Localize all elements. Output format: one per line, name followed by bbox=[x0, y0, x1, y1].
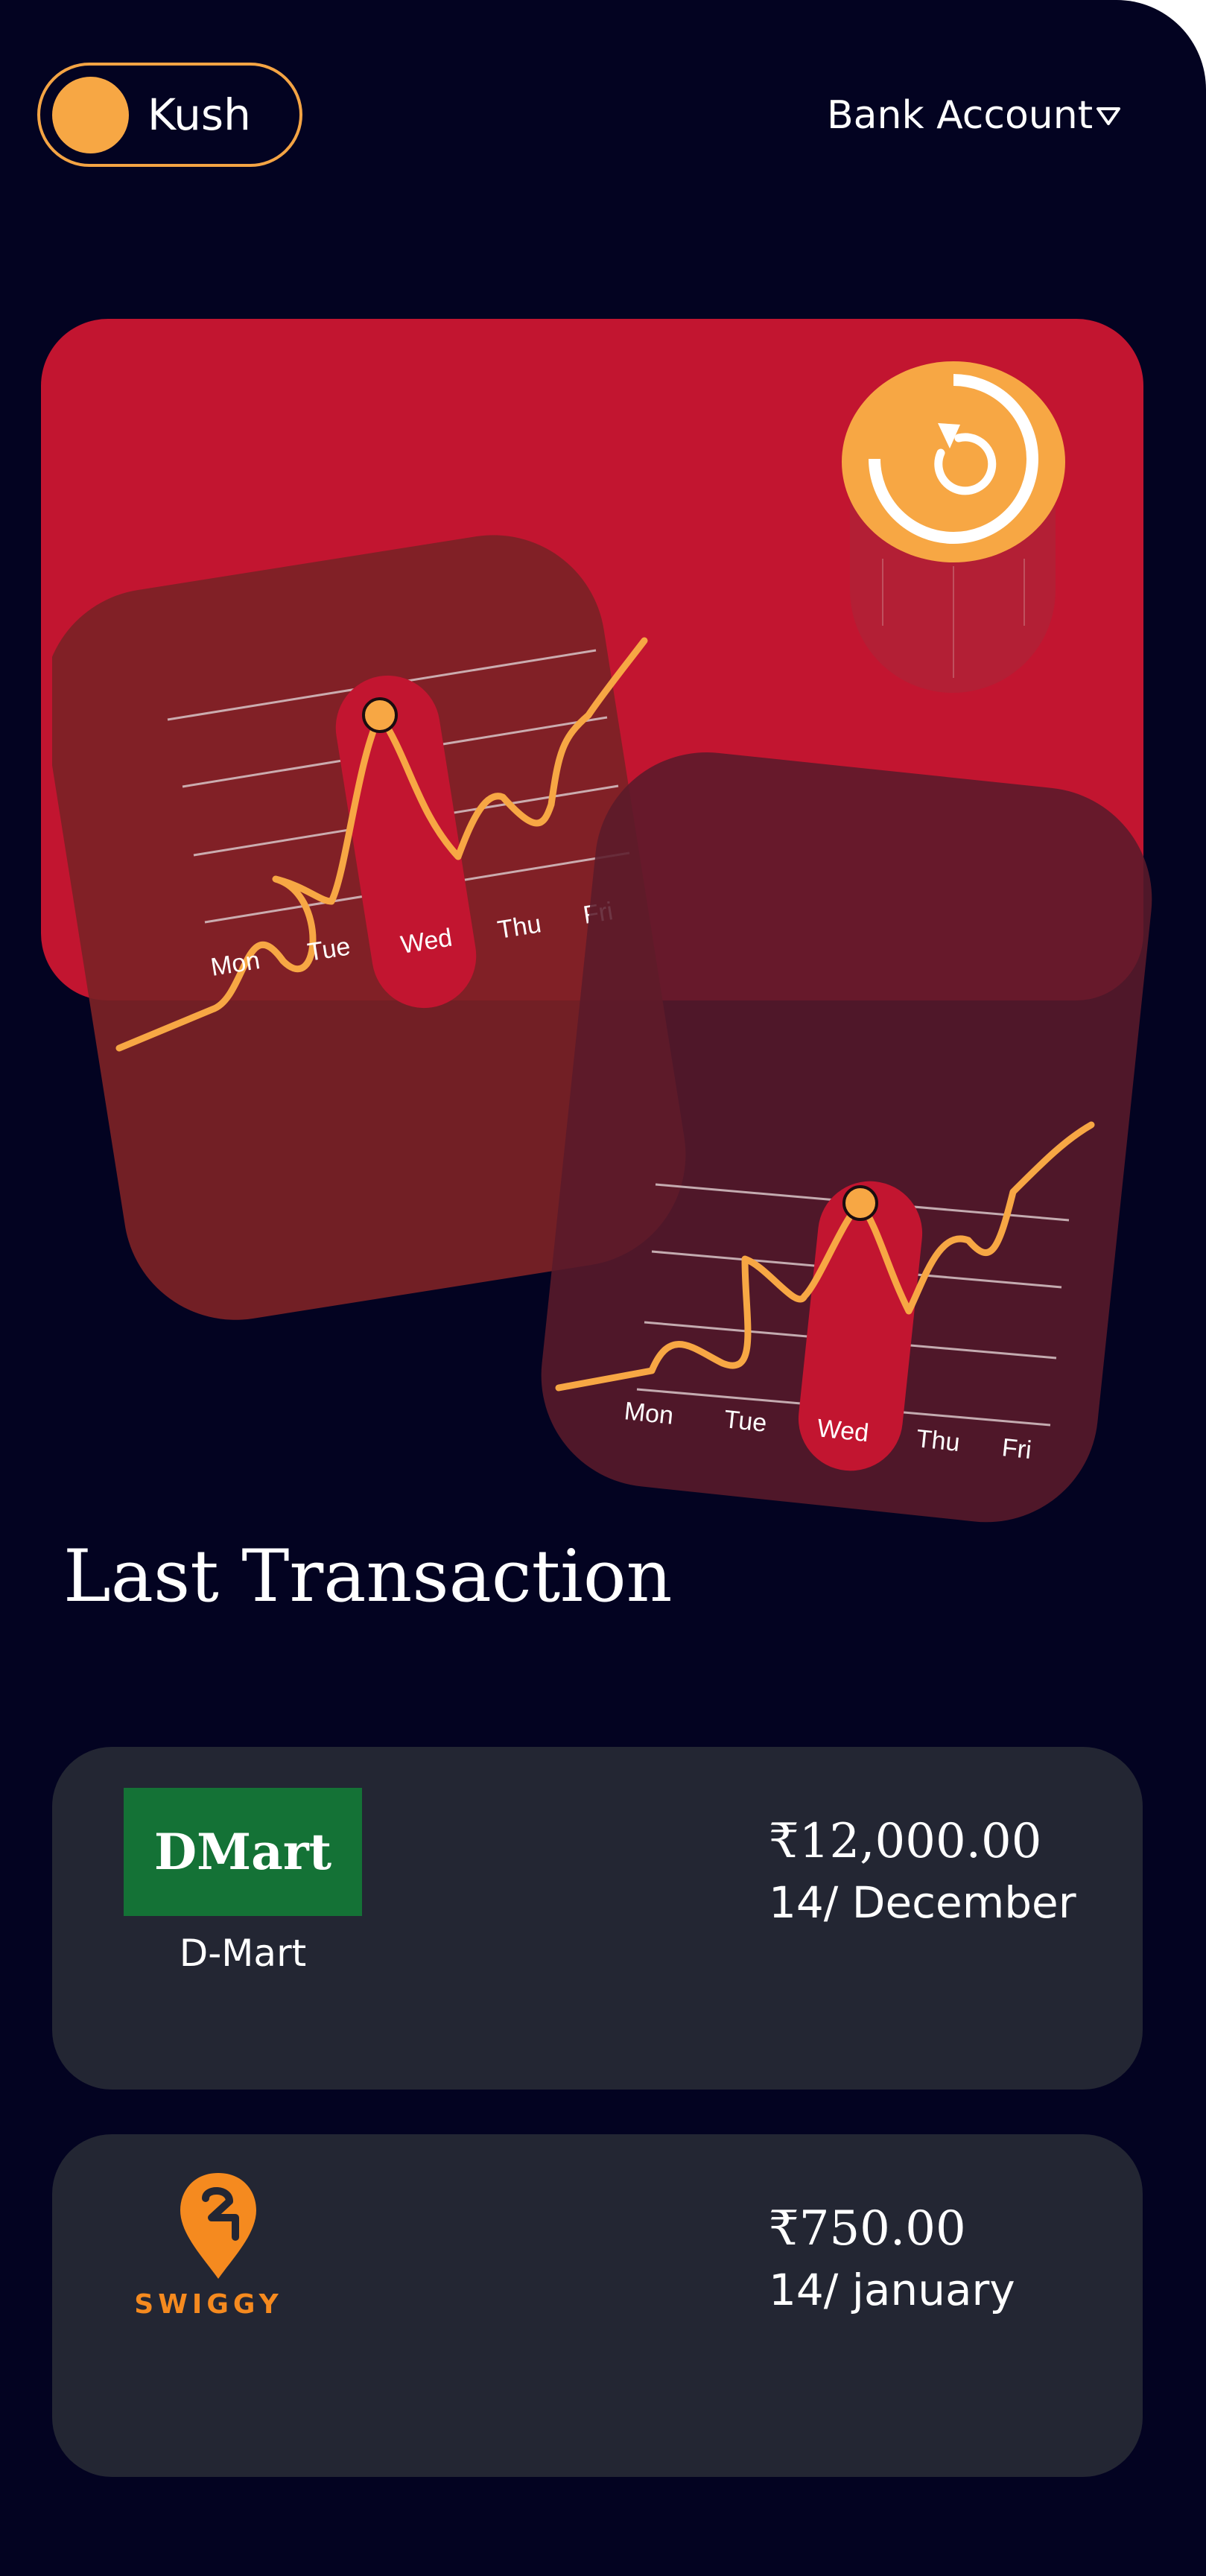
avatar bbox=[52, 77, 129, 153]
transaction-card[interactable]: SWIGGY ₹750.00 14/ january bbox=[52, 2134, 1143, 2477]
chart-day-label: Tue bbox=[723, 1405, 768, 1438]
transaction-amount: ₹750.00 bbox=[769, 2201, 966, 2256]
refresh-button[interactable] bbox=[838, 358, 1069, 708]
user-profile-pill[interactable]: Kush bbox=[37, 63, 302, 167]
user-name: Kush bbox=[147, 89, 251, 140]
account-label: Bank Account bbox=[827, 93, 1094, 138]
transaction-date: 14/ December bbox=[769, 1877, 1076, 1928]
transaction-amount: ₹12,000.00 bbox=[769, 1814, 1042, 1869]
chart-day-label: Mon bbox=[623, 1397, 675, 1430]
transaction-date: 14/ january bbox=[769, 2265, 1015, 2315]
transaction-card[interactable]: DMart D-Mart ₹12,000.00 14/ December bbox=[52, 1747, 1143, 2090]
chart-day-label: Wed bbox=[816, 1414, 870, 1447]
account-selector[interactable]: Bank Account bbox=[819, 82, 1132, 149]
chevron-down-icon bbox=[1096, 107, 1120, 125]
chart-point bbox=[362, 697, 398, 733]
chart-panel-2: Mon Tue Wed Thu Fri bbox=[541, 752, 1152, 1523]
chart-point bbox=[842, 1185, 878, 1221]
swiggy-wordmark: SWIGGY bbox=[134, 2289, 283, 2320]
merchant-name: D-Mart bbox=[179, 1932, 307, 1975]
chart-day-label: Fri bbox=[1000, 1433, 1032, 1465]
swiggy-logo-icon bbox=[180, 2173, 256, 2279]
dmart-logo: DMart bbox=[124, 1788, 362, 1916]
chart-day-label: Thu bbox=[915, 1424, 961, 1457]
app-screen: Kush Bank Account Mon Tue Wed Thu Mon Tu… bbox=[0, 0, 1206, 2576]
section-title: Last Transaction bbox=[63, 1535, 673, 1618]
